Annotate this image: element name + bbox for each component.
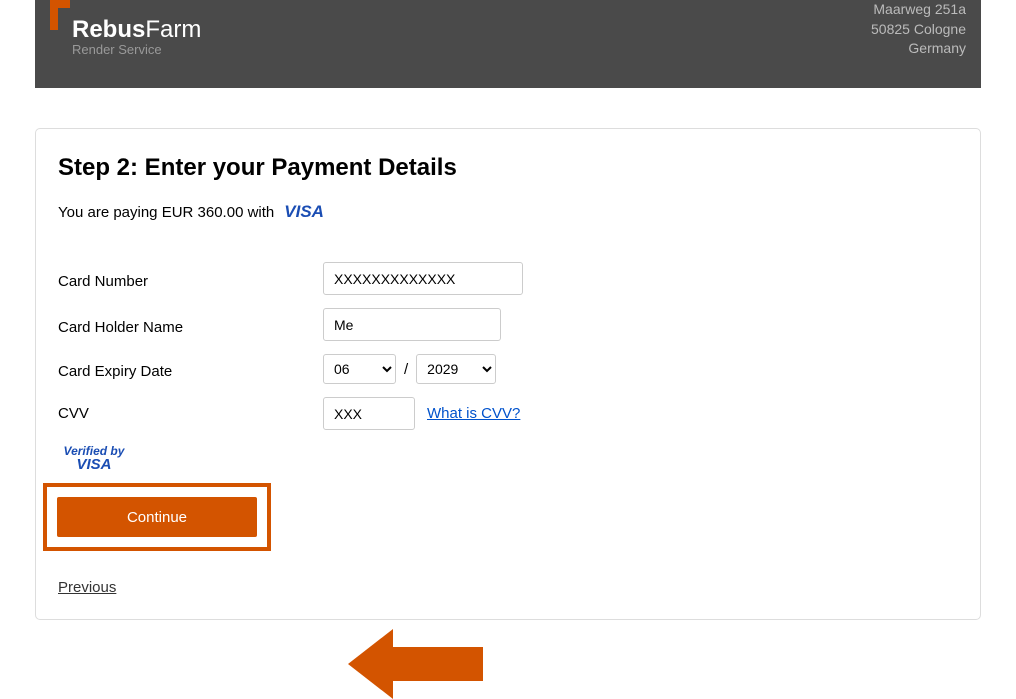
cvv-label: CVV <box>58 405 323 422</box>
card-number-input[interactable] <box>323 262 523 295</box>
company-address: Maarweg 251a 50825 Cologne Germany <box>871 0 966 59</box>
logo-tagline: Render Service <box>72 42 201 57</box>
card-holder-input[interactable] <box>323 308 501 341</box>
previous-link[interactable]: Previous <box>58 579 116 596</box>
expiry-month-select[interactable]: 06 <box>323 354 396 384</box>
expiry-separator: / <box>404 361 408 378</box>
visa-logo-icon: VISA <box>284 202 324 222</box>
payment-form: Card Number Card Holder Name Card Expiry… <box>58 262 958 430</box>
verified-by-visa-icon: Verified by VISA <box>58 443 130 473</box>
step-title: Step 2: Enter your Payment Details <box>58 154 958 182</box>
continue-button[interactable]: Continue <box>57 497 257 537</box>
logo: RebusFarm Render Service <box>50 0 201 57</box>
payment-panel: Step 2: Enter your Payment Details You a… <box>35 128 981 620</box>
logo-text: RebusFarm <box>72 18 201 42</box>
card-number-label: Card Number <box>58 268 323 290</box>
logo-mark-icon <box>50 0 70 30</box>
arrow-icon <box>348 629 488 699</box>
cvv-input[interactable] <box>323 397 415 430</box>
cvv-help-link[interactable]: What is CVV? <box>427 405 520 422</box>
continue-highlight: Continue <box>43 483 271 551</box>
header: RebusFarm Render Service Maarweg 251a 50… <box>35 0 981 88</box>
paying-info: You are paying EUR 360.00 with VISA <box>58 202 958 222</box>
card-expiry-label: Card Expiry Date <box>58 358 323 380</box>
card-holder-label: Card Holder Name <box>58 314 323 336</box>
expiry-year-select[interactable]: 2029 <box>416 354 496 384</box>
